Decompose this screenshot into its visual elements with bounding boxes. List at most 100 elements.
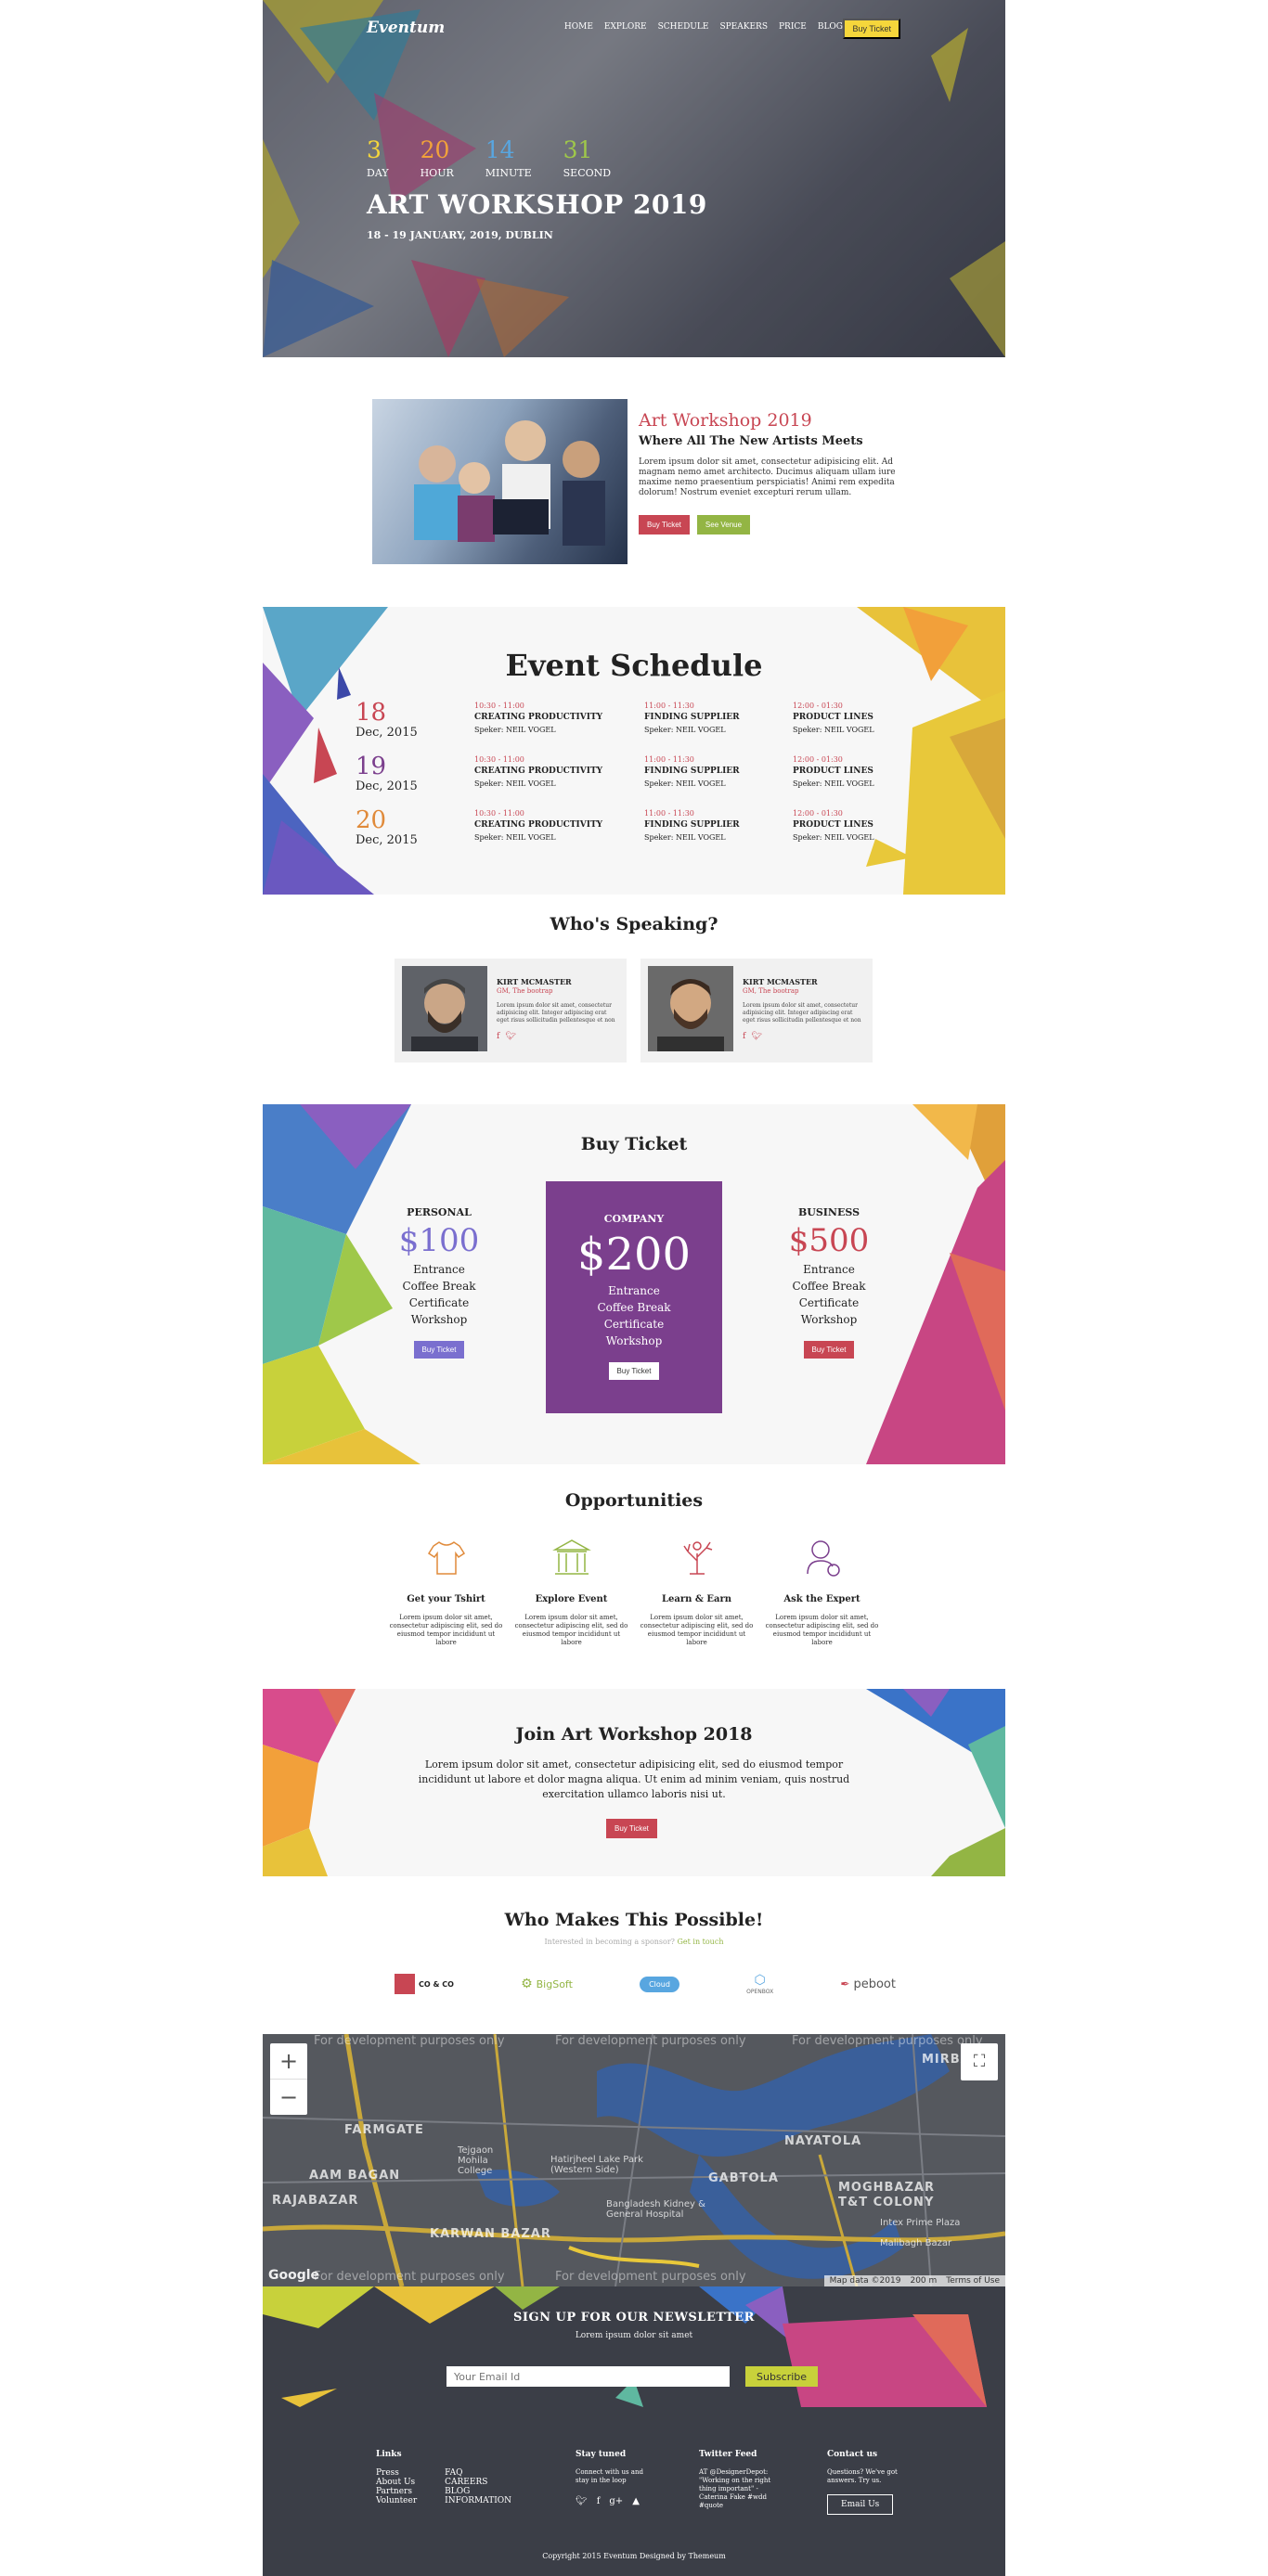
footer-link-press[interactable]: Press (376, 2468, 417, 2478)
map-zoom-controls: + − (270, 2043, 307, 2115)
session-item[interactable]: 10:30 - 11:00 CREATING PRODUCTIVITY Spek… (474, 809, 623, 842)
footer-link-volunteer[interactable]: Volunteer (376, 2496, 417, 2505)
speaker-info: KIRT MCMASTER GM, The bootrap Lorem ipsu… (743, 977, 863, 1041)
google-plus-icon[interactable]: g+ (609, 2496, 623, 2506)
speaker-social: f 🐦︎ (743, 1032, 863, 1041)
session-speaker: Speker: NEIL VOGEL (793, 833, 874, 842)
subscribe-button[interactable]: Subscribe (745, 2366, 819, 2387)
session-item[interactable]: 11:00 - 11:30 FINDING SUPPLIER Speker: N… (644, 809, 793, 842)
building-icon (551, 1539, 591, 1575)
nav-price[interactable]: PRICE (779, 22, 807, 32)
session-name: PRODUCT LINES (793, 766, 873, 776)
facebook-icon[interactable]: f (497, 1032, 499, 1041)
join-buy-ticket-button[interactable]: Buy Ticket (606, 1819, 657, 1838)
footer-link-careers[interactable]: CAREERS (445, 2478, 511, 2487)
zoom-in-button[interactable]: + (270, 2043, 307, 2079)
plan-business: BUSINESS $500 Entrance Coffee Break Cert… (759, 1206, 899, 1359)
opportunity-text: Lorem ipsum dolor sit amet, consectetur … (765, 1614, 879, 1646)
sponsors-subtitle-text: Interested in becoming a sponsor? (544, 1938, 675, 1946)
bigsoft-mark-icon: ⚙ (521, 1977, 533, 1991)
footer-twitter-feed: Twitter Feed AT @DesignerDepot: "Working… (699, 2450, 778, 2510)
footer-link-about[interactable]: About Us (376, 2478, 417, 2487)
plan-business-buy-button[interactable]: Buy Ticket (803, 1341, 855, 1359)
map-watermark: For development purposes only (314, 2270, 505, 2284)
session-item[interactable]: 12:00 - 01:30 PRODUCT LINES Speker: NEIL… (793, 809, 941, 842)
nav-buy-ticket-button[interactable]: Buy Ticket (843, 19, 900, 39)
session-item[interactable]: 10:30 - 11:00 CREATING PRODUCTIVITY Spek… (474, 755, 623, 788)
rss-icon[interactable]: ▲ (632, 2496, 640, 2506)
nav-explore[interactable]: EXPLORE (604, 22, 647, 32)
session-time: 11:00 - 11:30 (644, 702, 694, 710)
footer-link-information[interactable]: INFORMATION (445, 2496, 511, 2505)
twitter-icon[interactable]: 🐦︎ (505, 1032, 515, 1041)
speaker-role: GM, The bootrap (497, 987, 553, 995)
nav-schedule[interactable]: SCHEDULE (658, 22, 709, 32)
countdown-second-label: SECOND (563, 167, 612, 179)
nav-speakers[interactable]: SPEAKERS (719, 22, 768, 32)
session-time: 10:30 - 11:00 (474, 755, 524, 764)
ticket-section: Buy Ticket PERSONAL $100 Entrance Coffee… (263, 1104, 1005, 1464)
opportunities-title: Opportunities (564, 1490, 704, 1511)
countdown-minute-label: MINUTE (485, 167, 532, 179)
session-item[interactable]: 11:00 - 11:30 FINDING SUPPLIER Speker: N… (644, 702, 793, 734)
footer-links-title: Links (376, 2450, 402, 2459)
fullscreen-icon: ⛶ (973, 2052, 986, 2071)
sponsor-logo-bigsoft[interactable]: ⚙ BigSoft (521, 1973, 573, 1995)
countdown-day: 3 DAY (367, 137, 389, 180)
email-us-button[interactable]: Email Us (827, 2494, 894, 2515)
session-name: PRODUCT LINES (793, 820, 873, 830)
opportunity-item: Ask the Expert Lorem ipsum dolor sit ame… (764, 1537, 880, 1647)
newsletter-subtitle: Lorem ipsum dolor sit amet (575, 2331, 693, 2340)
map-attribution: Map data ©2019 200 m Terms of Use (823, 2275, 1005, 2286)
twitter-icon[interactable]: 🐦︎ (576, 2496, 588, 2506)
session-speaker: Speker: NEIL VOGEL (793, 779, 874, 788)
countdown-hour-value: 20 (420, 136, 450, 163)
session-speaker: Speker: NEIL VOGEL (474, 779, 556, 788)
session-item[interactable]: 12:00 - 01:30 PRODUCT LINES Speker: NEIL… (793, 702, 941, 734)
session-item[interactable]: 10:30 - 11:00 CREATING PRODUCTIVITY Spek… (474, 702, 623, 734)
facebook-icon[interactable]: f (597, 2496, 601, 2506)
footer-link-partners[interactable]: Partners (376, 2487, 417, 2496)
sponsor-logo-peboot[interactable]: ✒ peboot (840, 1973, 896, 1995)
schedule-day-20: 20 Dec, 2015 (356, 807, 418, 847)
session-item[interactable]: 12:00 - 01:30 PRODUCT LINES Speker: NEIL… (793, 755, 941, 788)
nav-home[interactable]: HOME (564, 22, 593, 32)
plan-price: $500 (788, 1222, 870, 1259)
footer-link-faq[interactable]: FAQ (445, 2468, 511, 2478)
plan-company-buy-button[interactable]: Buy Ticket (608, 1362, 660, 1380)
plan-personal-buy-button[interactable]: Buy Ticket (413, 1341, 465, 1359)
terms-link[interactable]: Terms of Use (946, 2276, 1000, 2286)
brand-logo[interactable]: Eventum (367, 19, 445, 37)
facebook-icon[interactable]: f (743, 1032, 745, 1041)
session-item[interactable]: 11:00 - 11:30 FINDING SUPPLIER Speker: N… (644, 755, 793, 788)
see-venue-button[interactable]: See Venue (696, 515, 751, 535)
speaker-card[interactable]: KIRT MCMASTER GM, The bootrap Lorem ipsu… (640, 959, 873, 1063)
map-section[interactable]: For development purposes only For develo… (263, 2034, 1005, 2286)
sponsor-logo-cloud[interactable]: Cloud (640, 1973, 679, 1995)
day-month: Dec, 2015 (356, 833, 418, 847)
fullscreen-button[interactable]: ⛶ (961, 2043, 998, 2080)
laptop (493, 499, 549, 535)
newsletter-email-input[interactable] (446, 2366, 730, 2387)
nav-blog[interactable]: BLOG (818, 22, 843, 32)
speaker-bio: Lorem ipsum dolor sit amet, consectetur … (743, 1002, 861, 1024)
map-area-label: RAJABAZAR (272, 2194, 359, 2208)
sponsor-logo-openbox[interactable]: ⬡ OPENBOX (746, 1973, 773, 1995)
twitter-icon[interactable]: 🐦︎ (751, 1032, 761, 1041)
about-buy-ticket-button[interactable]: Buy Ticket (639, 515, 690, 535)
map-scale[interactable]: 200 m (910, 2276, 937, 2286)
countdown-day-label: DAY (367, 167, 389, 179)
openbox-mark-icon: ⬡ (754, 1973, 766, 1988)
footer-link-blog[interactable]: BLOG (445, 2487, 511, 2496)
zoom-out-button[interactable]: − (270, 2079, 307, 2115)
countdown-hour: 20 HOUR (420, 136, 454, 180)
speaker-card[interactable]: KIRT MCMASTER GM, The bootrap Lorem ipsu… (395, 959, 627, 1063)
sponsor-logo-coco[interactable]: CO & CO (395, 1973, 454, 1995)
google-logo[interactable]: Google (268, 2268, 319, 2283)
expert-icon (806, 1540, 840, 1577)
map-watermark: For development purposes only (314, 2034, 505, 2048)
join-body: Lorem ipsum dolor sit amet, consectetur … (418, 1758, 850, 1800)
opportunity-text: Lorem ipsum dolor sit amet, consectetur … (640, 1614, 754, 1646)
map-place-label: Hatirjheel Lake Park (Western Side) (550, 2155, 643, 2175)
get-in-touch-link[interactable]: Get in touch (678, 1938, 724, 1946)
